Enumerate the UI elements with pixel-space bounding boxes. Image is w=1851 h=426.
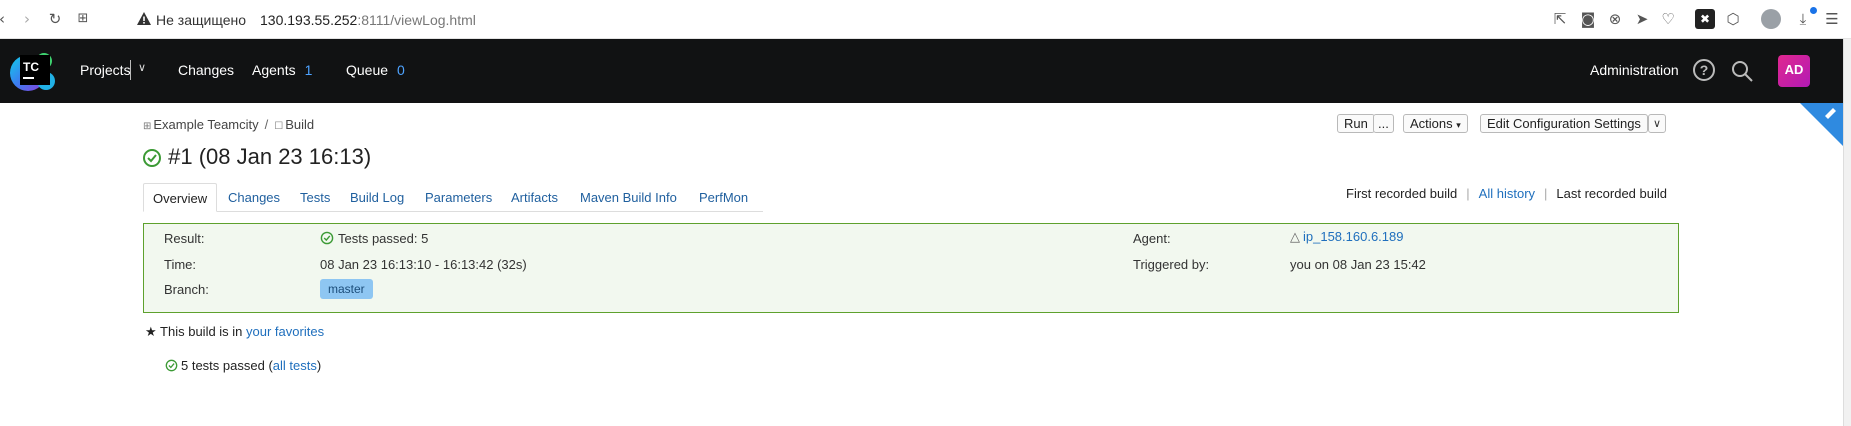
chevron-down-icon[interactable]: ∨: [1648, 114, 1666, 133]
nav-queue-label: Queue: [346, 62, 389, 78]
queue-count: 0: [397, 62, 405, 78]
agent-label: Agent:: [1133, 231, 1171, 246]
favorites-link[interactable]: your favorites: [246, 324, 324, 339]
triggered-value: you on 08 Jan 23 15:42: [1290, 257, 1426, 272]
open-in-app-icon[interactable]: ⇱: [1550, 9, 1570, 29]
user-avatar[interactable]: AD: [1778, 55, 1810, 87]
build-title: #1 (08 Jan 23 16:13): [168, 144, 372, 169]
triggered-label: Triggered by:: [1133, 257, 1210, 272]
favorites-prefix: This build is in: [160, 324, 247, 339]
tab-overview[interactable]: Overview: [143, 183, 218, 212]
project-grid-icon: ⊞: [143, 121, 152, 132]
extension-icon[interactable]: ✖: [1695, 9, 1715, 29]
nav-changes[interactable]: Changes: [178, 62, 234, 78]
star-icon[interactable]: ★: [145, 325, 157, 340]
breadcrumb-separator: /: [264, 117, 269, 132]
agent-link[interactable]: ip_158.160.6.189: [1303, 229, 1403, 244]
actions-label: Actions: [1410, 116, 1453, 131]
build-summary-panel: Result: Tests passed: 5 Time: 08 Jan 23 …: [143, 223, 1679, 313]
result-value: Tests passed: 5: [320, 231, 428, 246]
result-text: Tests passed: 5: [338, 231, 429, 246]
branch-badge[interactable]: master: [320, 279, 373, 299]
tests-suffix: ): [316, 358, 322, 373]
tab-parameters[interactable]: Parameters: [425, 183, 492, 212]
help-icon[interactable]: ?: [1693, 59, 1715, 81]
address-bar[interactable]: 130.193.55.252:8111/viewLog.html: [260, 12, 476, 28]
cube-icon[interactable]: ⬡: [1723, 9, 1743, 29]
success-check-icon: [143, 149, 161, 168]
build-tabs: Overview Changes Tests Build Log Paramet…: [143, 183, 763, 212]
success-check-icon: [165, 359, 178, 372]
favorites-note: ★ This build is in your favorites: [145, 324, 324, 340]
agent-value: △ ip_158.160.6.189: [1290, 229, 1403, 245]
tabs-grid-icon[interactable]: ⊞: [73, 9, 93, 29]
run-options-button[interactable]: ...: [1373, 114, 1394, 133]
chevron-down-icon[interactable]: ∨: [138, 61, 146, 74]
first-recorded-build: First recorded build: [1346, 186, 1458, 201]
logo-text: TC: [23, 60, 39, 74]
history-navigation: First recorded build | All history | Last re…: [1346, 186, 1667, 201]
history-separator: |: [1466, 186, 1470, 201]
tab-artifacts[interactable]: Artifacts: [511, 183, 558, 212]
tab-tests[interactable]: Tests: [300, 183, 330, 212]
history-separator: |: [1544, 186, 1548, 201]
send-icon[interactable]: ➤: [1632, 9, 1652, 29]
browser-toolbar: ‹ › ↻ ⊞ Не защищено 130.193.55.252:8111/…: [0, 0, 1851, 39]
scrollbar[interactable]: [1843, 39, 1851, 426]
nav-queue[interactable]: Queue 0: [346, 62, 405, 78]
build-config-icon: ☐: [274, 121, 284, 132]
nav-projects[interactable]: Projects: [80, 62, 131, 78]
result-label: Result:: [164, 231, 205, 246]
browser-menu-icon[interactable]: ☰: [1822, 9, 1842, 29]
url-path: :8111/viewLog.html: [357, 12, 476, 28]
agents-count: 1: [304, 62, 313, 78]
block-icon[interactable]: ⊗: [1605, 9, 1625, 29]
branch-label: Branch:: [164, 282, 209, 297]
tests-prefix: 5 tests passed (: [181, 358, 273, 373]
tab-build-log[interactable]: Build Log: [350, 183, 404, 212]
last-recorded-build: Last recorded build: [1556, 186, 1667, 201]
teamcity-logo[interactable]: TC: [8, 47, 58, 97]
linux-icon: △: [1290, 230, 1300, 245]
edit-corner-icon[interactable]: [1800, 103, 1843, 146]
search-icon[interactable]: [1730, 59, 1754, 83]
favorite-heart-icon[interactable]: ♡: [1658, 9, 1678, 29]
tests-summary: 5 tests passed (all tests): [165, 358, 321, 373]
actions-button[interactable]: Actions ▾: [1403, 114, 1468, 133]
insecure-label[interactable]: Не защищено: [156, 12, 246, 28]
breadcrumb-build[interactable]: Build: [285, 117, 314, 132]
run-button[interactable]: Run: [1337, 114, 1375, 133]
nav-agents[interactable]: Agents 1: [252, 62, 312, 78]
tab-changes[interactable]: Changes: [228, 183, 280, 212]
tab-perfmon[interactable]: PerfMon: [699, 183, 748, 212]
reload-icon[interactable]: ↻: [45, 9, 65, 29]
all-history-link[interactable]: All history: [1479, 186, 1535, 201]
all-tests-link[interactable]: all tests: [273, 358, 317, 373]
breadcrumb-project[interactable]: Example Teamcity: [153, 117, 258, 132]
caret-down-icon: ▾: [1456, 121, 1461, 131]
time-label: Time:: [164, 257, 197, 272]
success-check-icon: [320, 231, 334, 245]
page-title: #1 (08 Jan 23 16:13): [142, 144, 371, 170]
screenshot-icon[interactable]: ◙: [1578, 9, 1598, 29]
nav-administration[interactable]: Administration: [1590, 62, 1679, 78]
download-notification-dot: [1810, 7, 1817, 14]
nav-separator: [130, 60, 131, 80]
edit-configuration-button[interactable]: Edit Configuration Settings: [1480, 114, 1648, 133]
nav-agents-label: Agents: [252, 62, 296, 78]
url-host: 130.193.55.252: [260, 12, 358, 28]
tab-maven-build-info[interactable]: Maven Build Info: [580, 183, 677, 212]
warning-icon[interactable]: [136, 11, 152, 27]
browser-profile-icon[interactable]: [1761, 9, 1781, 29]
teamcity-header: TC Projects ∨ Changes Agents 1 Queue 0 Adm…: [0, 39, 1851, 103]
forward-icon[interactable]: ›: [17, 9, 37, 29]
back-icon[interactable]: ‹: [0, 9, 12, 29]
time-value: 08 Jan 23 16:13:10 - 16:13:42 (32s): [320, 257, 527, 272]
breadcrumb: ⊞ Example Teamcity / ☐ Build: [143, 117, 314, 132]
